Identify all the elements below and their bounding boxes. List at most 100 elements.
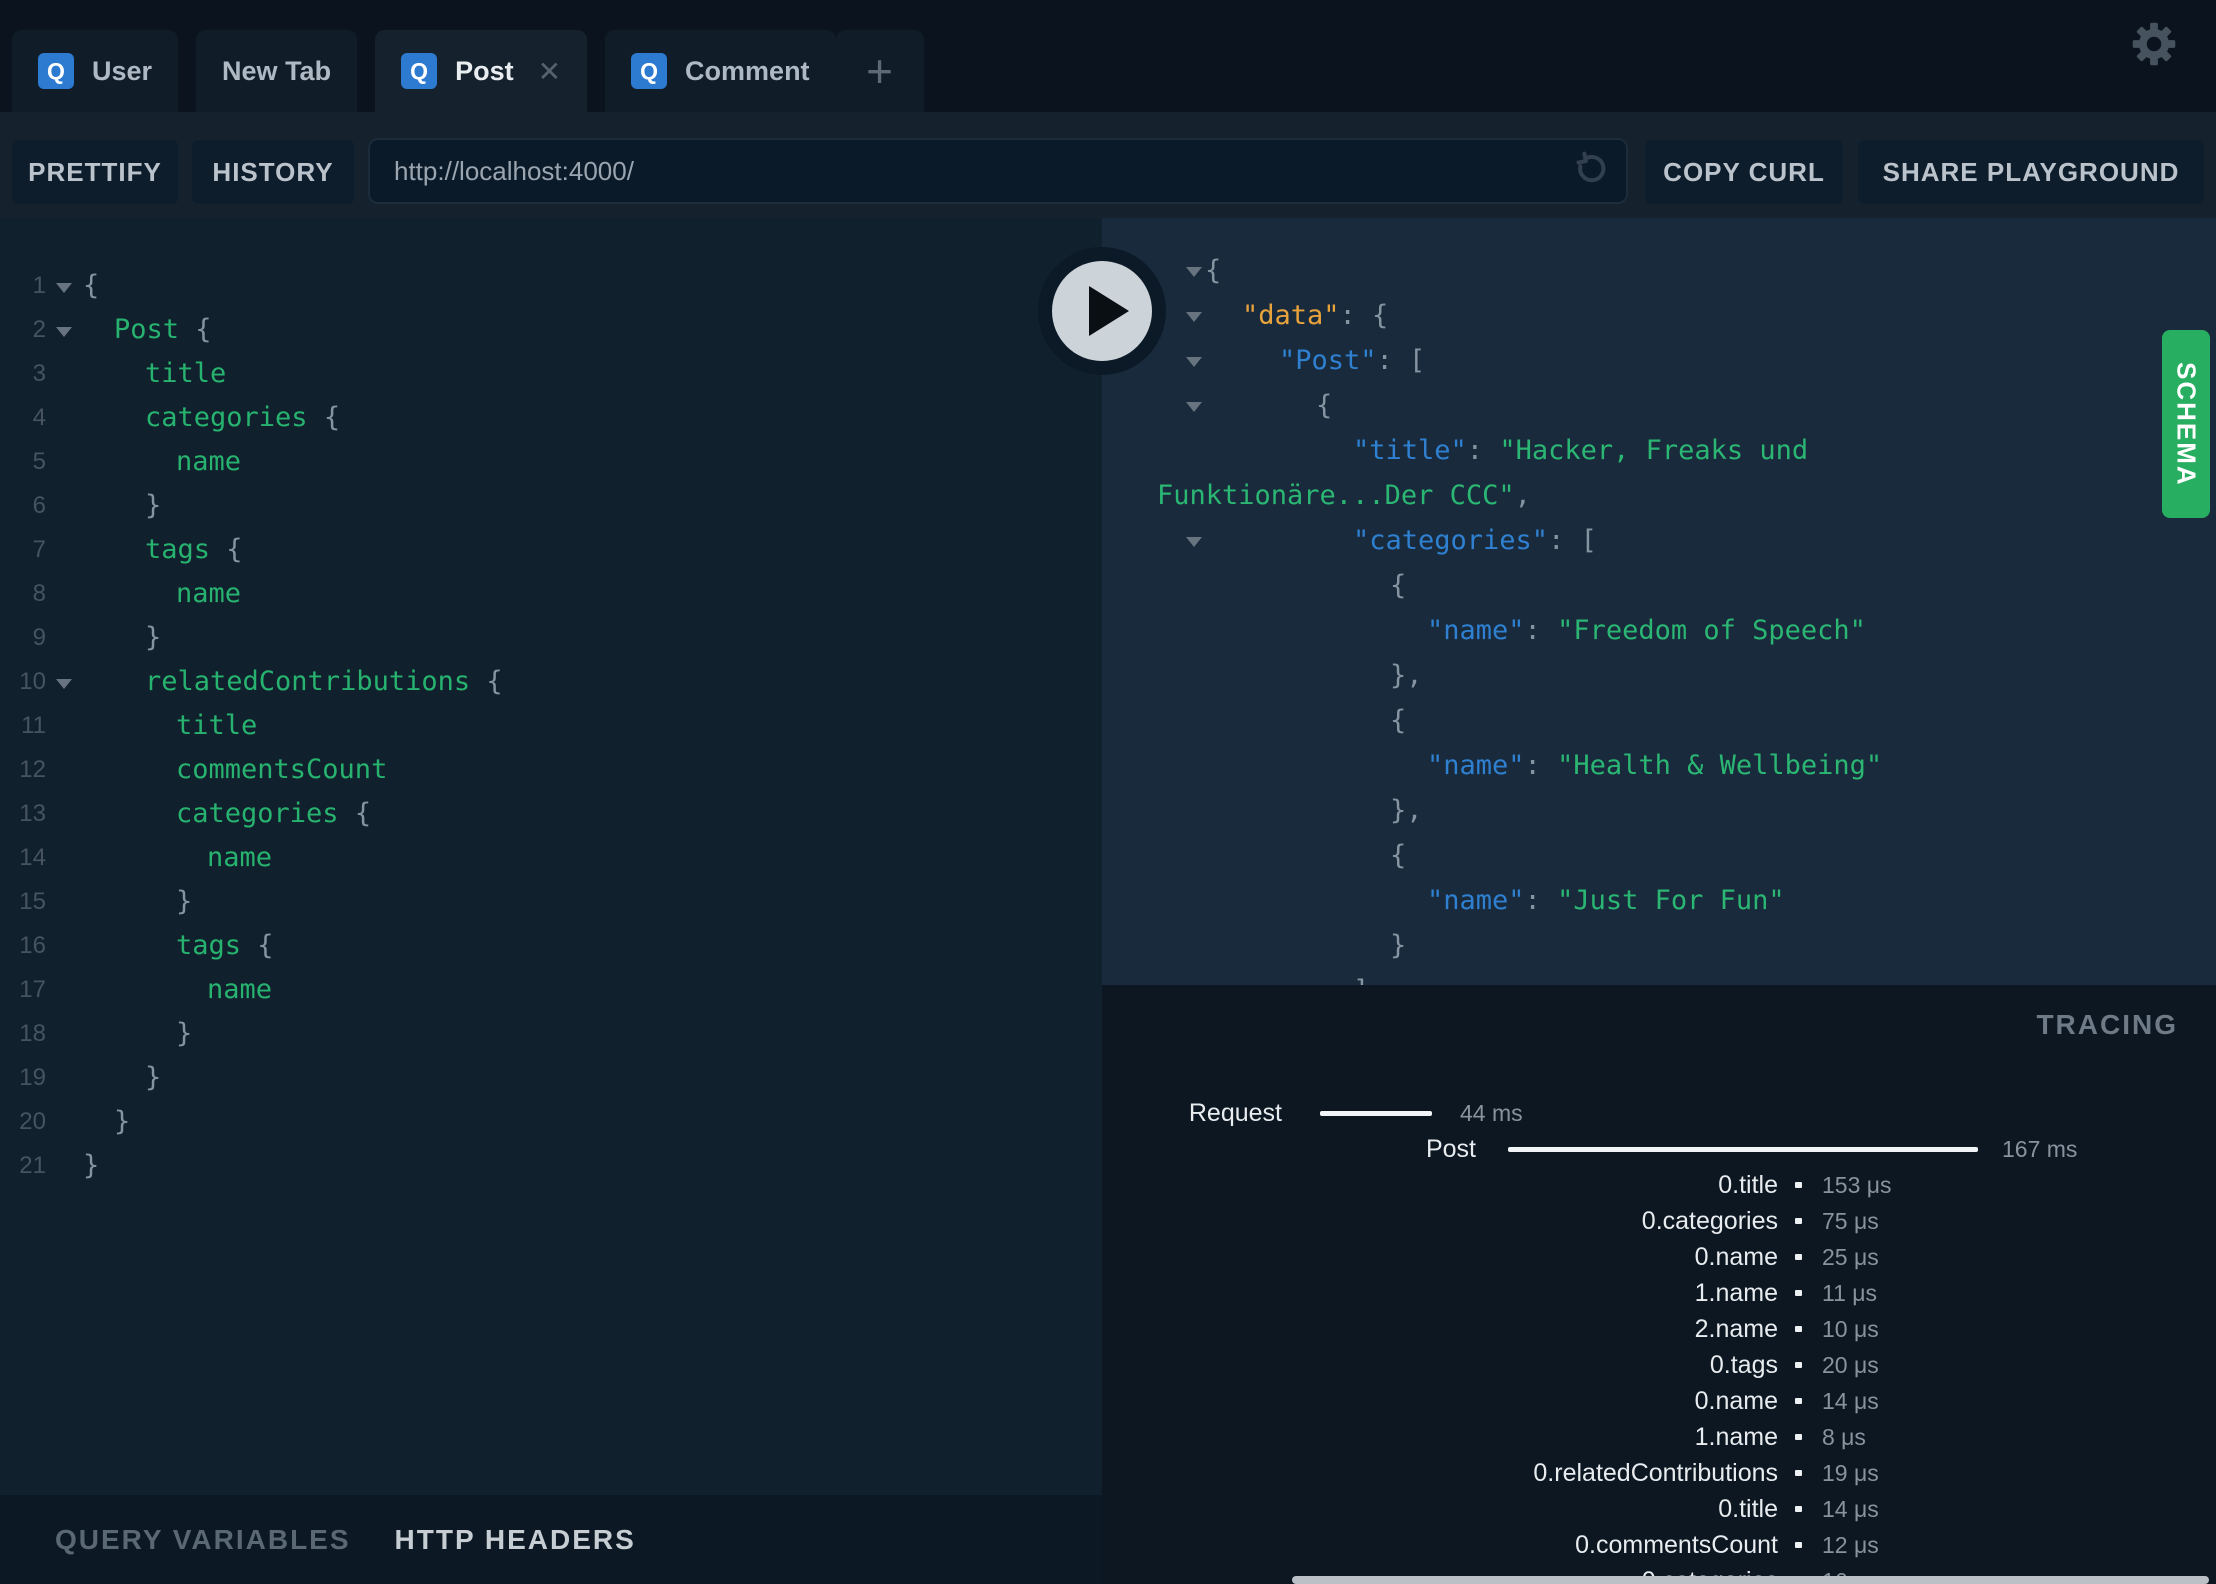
query-variables-tab[interactable]: QUERY VARIABLES [55,1524,351,1556]
trace-dash [1795,1470,1802,1476]
fold-toggle-icon[interactable] [1186,402,1202,412]
fold-toggle-icon[interactable] [1186,357,1202,367]
tab-bar: Q User New Tab Q Post ✕ Q Comment + [0,0,2216,112]
trace-row: 0.title 14 μs [1102,1491,2216,1527]
line-number: 17 [19,976,46,1003]
trace-time: 14 μs [1822,1495,1879,1522]
response-line: "name": "Just For Fun" [1427,885,1785,916]
trace-label: 0.relatedContributions [1533,1458,1778,1487]
fold-toggle-icon[interactable] [56,679,72,689]
response-line: "title": "Hacker, Freaks und [1353,435,1809,466]
trace-row: 1.name 11 μs [1102,1275,2216,1311]
trace-label: 2.name [1694,1314,1778,1343]
schema-tab[interactable]: SCHEMA [2162,330,2210,518]
editor-line: 21} [0,1144,1102,1188]
trace-bar [1508,1146,1978,1152]
trace-label: 0.tags [1709,1350,1778,1379]
tracing-rows: Request 44 ms Post 167 ms 0.title 153 μs 0.cat… [1102,1095,2216,1584]
trace-label: 0.name [1694,1242,1778,1271]
tab-post[interactable]: Q Post ✕ [375,30,588,112]
trace-row: 0.tags 20 μs [1102,1347,2216,1383]
line-number: 20 [19,1108,46,1135]
close-icon[interactable]: ✕ [538,55,561,88]
endpoint-url-wrap [368,138,1628,204]
trace-time: 167 ms [2002,1135,2078,1162]
tab-label: New Tab [222,55,332,86]
query-badge: Q [631,53,668,89]
response-line: "name": "Health & Wellbeing" [1427,750,1883,781]
trace-time: 44 ms [1460,1099,1523,1126]
reload-icon[interactable] [1570,151,1610,191]
query-badge: Q [401,53,438,89]
editor-line: 10 relatedContributions { [0,660,1102,704]
trace-dash [1795,1362,1802,1368]
fold-toggle-icon[interactable] [1186,537,1202,547]
fold-toggle-icon[interactable] [1186,312,1202,322]
editor-line: 7 tags { [0,528,1102,572]
editor-line: 11 title [0,704,1102,748]
trace-label: 1.name [1694,1422,1778,1451]
response-line: { [1390,840,1407,871]
editor-line: 20} [0,1100,1102,1144]
tab-new-tab[interactable]: New Tab [196,30,358,112]
trace-time: 12 μs [1822,1531,1879,1558]
trace-label: 0.title [1718,1170,1778,1199]
query-editor[interactable]: 1{2 Post {3 title 4 categories {5 name 6} 7 tags… [0,218,1102,1495]
toolbar: PRETTIFY HISTORY COPY CURL SHARE PLAYGRO… [0,112,2216,218]
trace-dash [1795,1290,1802,1296]
schema-tab-label: SCHEMA [2171,361,2202,487]
share-playground-button[interactable]: SHARE PLAYGROUND [1858,140,2204,204]
gear-icon [2132,22,2176,66]
response-panel: {"data": {"Post": [{"title": "Hacker, Fr… [1102,218,2216,985]
trace-row: Request 44 ms [1102,1095,2216,1131]
line-number: 12 [19,756,46,783]
trace-dash [1795,1398,1802,1404]
query-variables-bar: QUERY VARIABLES HTTP HEADERS [0,1495,1102,1584]
settings-button[interactable] [2126,16,2182,72]
line-number: 19 [19,1064,46,1091]
trace-time: 10 μs [1822,1315,1879,1342]
editor-line: 16 tags { [0,924,1102,968]
editor-line: 12 commentsCount [0,748,1102,792]
trace-label: Post [1425,1134,1476,1163]
tab-label: Post [455,55,514,86]
response-line: { [1390,705,1407,736]
trace-time: 75 μs [1822,1207,1879,1234]
trace-dash [1795,1218,1802,1224]
trace-label: Request [1188,1098,1282,1127]
endpoint-url-input[interactable] [368,138,1628,204]
history-button[interactable]: HISTORY [192,140,354,204]
line-number: 7 [32,536,46,563]
copy-curl-button[interactable]: COPY CURL [1645,140,1843,204]
tab-comment[interactable]: Q Comment [605,30,836,112]
response-line: ] [1102,968,2216,985]
tab-user[interactable]: Q User [12,30,179,112]
horizontal-scrollbar[interactable] [1292,1576,2209,1584]
line-number: 11 [21,712,46,739]
editor-line: 6} [0,484,1102,528]
fold-toggle-icon[interactable] [56,327,72,337]
line-number: 13 [19,800,46,827]
http-headers-tab[interactable]: HTTP HEADERS [395,1524,636,1556]
fold-toggle-icon[interactable] [1186,267,1202,277]
editor-line: 4 categories { [0,396,1102,440]
tracing-panel: TRACING Request 44 ms Post 167 ms 0.title 153… [1102,985,2216,1584]
trace-row: 0.relatedContributions 19 μs [1102,1455,2216,1491]
line-number: 9 [32,624,46,651]
prettify-button[interactable]: PRETTIFY [12,140,178,204]
trace-row: 0.commentsCount 12 μs [1102,1527,2216,1563]
trace-time: 8 μs [1822,1423,1866,1450]
new-tab-button[interactable]: + [835,30,924,112]
plus-icon: + [866,45,893,97]
line-number: 8 [32,580,46,607]
trace-time: 25 μs [1822,1243,1879,1270]
trace-label: 0.commentsCount [1575,1530,1778,1559]
line-number: 10 [19,668,46,695]
trace-dash [1795,1542,1802,1548]
editor-line: 5 name [0,440,1102,484]
trace-dash [1795,1254,1802,1260]
execute-button[interactable] [1038,247,1166,375]
fold-toggle-icon[interactable] [56,283,72,293]
editor-line: 8 name [0,572,1102,616]
trace-label: 0.title [1718,1494,1778,1523]
